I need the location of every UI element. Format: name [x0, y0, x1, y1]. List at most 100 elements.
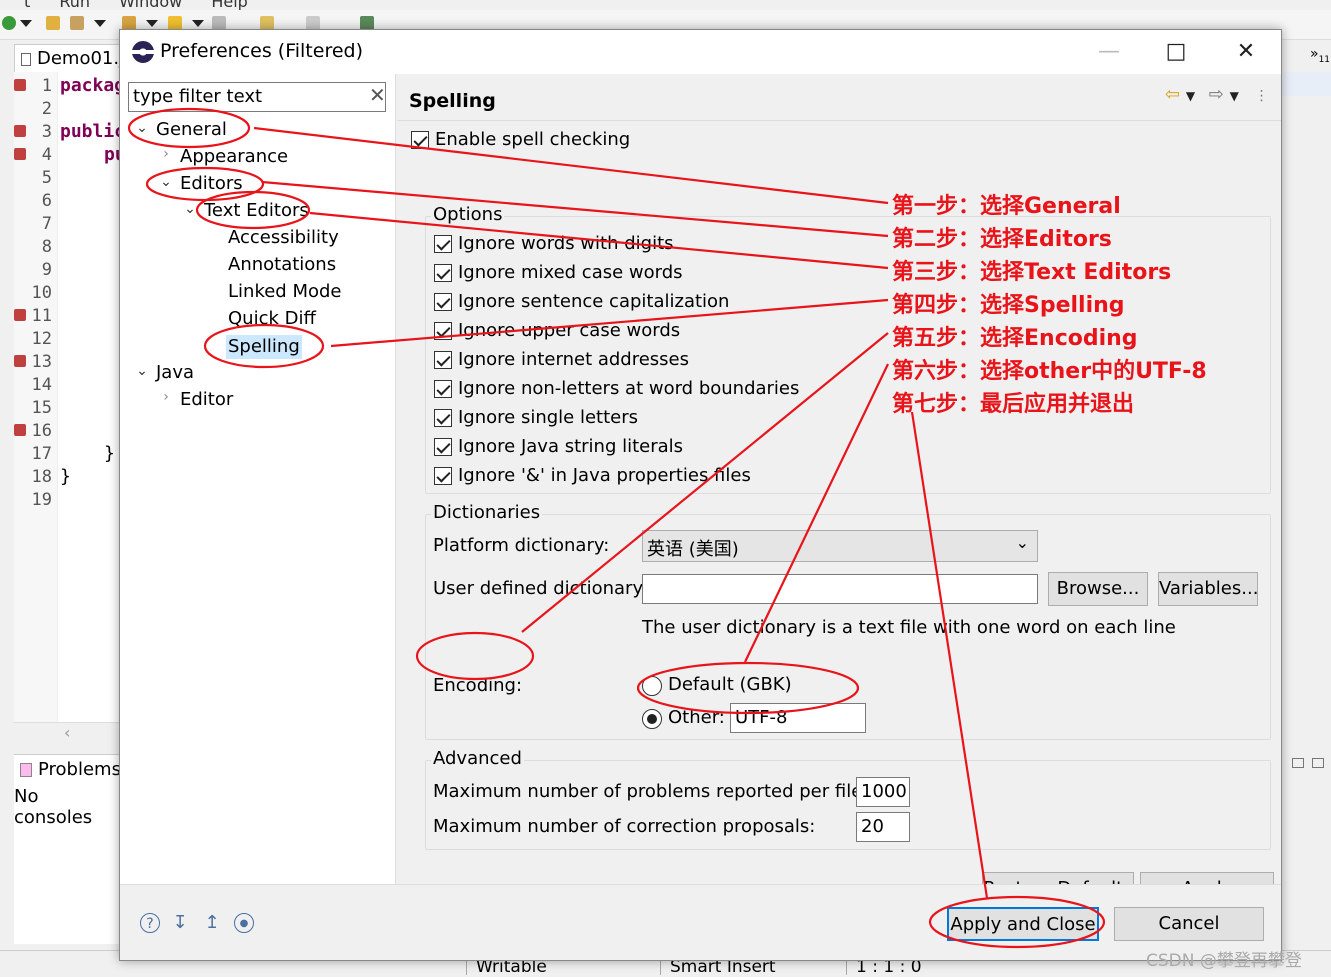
chevron-down-icon[interactable]: ⌄ — [182, 201, 198, 217]
line-number: 8 — [41, 237, 52, 257]
dialog-title: Preferences (Filtered) — [160, 40, 363, 62]
option-checkbox[interactable] — [434, 322, 452, 340]
option-checkbox[interactable] — [434, 264, 452, 282]
editor-tab-demo01[interactable]: Demo01.j — [14, 44, 124, 72]
enable-spell-label: Enable spell checking — [435, 129, 631, 150]
record-icon[interactable]: ● — [234, 913, 254, 933]
code-line-1: packag — [60, 75, 126, 96]
option-checkbox[interactable] — [434, 409, 452, 427]
help-icon[interactable]: ? — [140, 913, 160, 933]
max-corrections-input[interactable]: 20 — [856, 812, 910, 842]
tree-item-general[interactable]: General — [156, 118, 227, 142]
clear-filter-icon[interactable]: ✕ — [369, 83, 386, 107]
java-file-icon — [21, 53, 31, 66]
tree-item-appearance[interactable]: Appearance — [180, 145, 288, 169]
import-icon[interactable]: ↧ — [170, 913, 190, 933]
option-checkbox[interactable] — [434, 438, 452, 456]
forward-arrow-icon[interactable]: ⇨ — [1209, 84, 1224, 105]
cancel-button[interactable]: Cancel — [1114, 907, 1264, 941]
option-label: Ignore upper case words — [458, 320, 681, 341]
dropdown-icon[interactable] — [94, 20, 106, 27]
chevron-right-icon[interactable]: › — [158, 146, 174, 162]
tree-item-annotations[interactable]: Annotations — [228, 253, 336, 277]
dialog-titlebar[interactable]: Preferences (Filtered) — □ ✕ — [120, 30, 1281, 74]
dropdown-icon[interactable] — [192, 20, 204, 27]
line-number: 5 — [41, 168, 52, 188]
tree-item-quick-diff[interactable]: Quick Diff — [228, 307, 316, 331]
apply-and-close-button[interactable]: Apply and Close — [947, 907, 1099, 941]
other-encoding-label: Other: — [668, 707, 725, 728]
chevron-down-icon[interactable]: ⌄ — [134, 120, 150, 136]
max-problems-input[interactable]: 1000 — [856, 777, 910, 807]
error-marker-icon — [14, 309, 26, 321]
view-menu-icon[interactable] — [1292, 758, 1304, 768]
console-empty-text: No consoles — [14, 786, 93, 828]
error-marker-icon — [14, 125, 26, 137]
user-dictionary-note: The user dictionary is a text file with … — [642, 617, 1176, 638]
tree-item-accessibility[interactable]: Accessibility — [228, 226, 339, 250]
dropdown-icon[interactable] — [20, 20, 32, 27]
problems-view-tab[interactable]: Problems — [14, 754, 121, 784]
option-checkbox[interactable] — [434, 235, 452, 253]
option-checkbox[interactable] — [434, 293, 452, 311]
rocket-icon[interactable] — [70, 16, 84, 30]
option-checkbox[interactable] — [434, 351, 452, 369]
enable-spell-checkbox[interactable] — [411, 131, 429, 149]
run-icon[interactable] — [2, 16, 16, 30]
annotation-step-5: 第五步：选择Encoding — [892, 326, 1138, 351]
filter-input-text: type filter text — [133, 86, 263, 107]
other-encoding-input[interactable]: UTF-8 — [730, 703, 866, 733]
default-encoding-radio[interactable] — [642, 676, 662, 696]
editor-horizontal-scrollbar[interactable]: ‹ — [14, 722, 120, 744]
option-checkbox[interactable] — [434, 380, 452, 398]
package-icon[interactable] — [122, 16, 136, 30]
minimize-view-icon[interactable] — [1312, 758, 1324, 768]
platform-dictionary-select[interactable]: 英语 (美国) ⌄ — [642, 530, 1038, 562]
perspective-icon[interactable] — [360, 16, 374, 30]
scroll-left-icon[interactable]: ‹ — [64, 723, 70, 742]
view-menu-icon[interactable]: ⋮ — [1255, 88, 1269, 104]
line-number: 17 — [31, 444, 52, 464]
annotation-step-1: 第一步：选择General — [892, 194, 1121, 219]
browse-button[interactable]: Browse... — [1048, 572, 1148, 606]
forward-dropdown-icon[interactable]: ▼ — [1230, 89, 1239, 103]
forward-icon[interactable] — [306, 16, 320, 30]
tree-item-editors[interactable]: Editors — [180, 172, 243, 196]
tree-item-text-editors[interactable]: Text Editors — [204, 199, 309, 223]
dropdown-icon[interactable] — [146, 20, 158, 27]
user-dictionary-label: User defined dictionary: — [433, 578, 648, 599]
chevron-down-icon[interactable]: ⌄ — [134, 363, 150, 379]
open-folder-icon[interactable] — [46, 16, 60, 30]
tree-item-spelling[interactable]: Spelling — [226, 335, 302, 359]
chevron-down-icon[interactable]: ⌄ — [158, 174, 174, 190]
problems-tab-label: Problems — [38, 759, 121, 780]
other-encoding-radio[interactable] — [642, 709, 662, 729]
option-label: Ignore non-letters at word boundaries — [458, 378, 800, 399]
tree-item-linked-mode[interactable]: Linked Mode — [228, 280, 341, 304]
line-number: 1 — [41, 76, 52, 96]
back-icon[interactable] — [260, 16, 274, 30]
variables-button[interactable]: Variables... — [1158, 572, 1258, 606]
back-arrow-icon[interactable]: ⇦ — [1165, 84, 1180, 105]
options-group-title: Options — [431, 204, 505, 225]
page-navigation: ⇦ ▼ ⇨ ▼ ⋮ — [1165, 84, 1269, 105]
close-window-icon[interactable]: ✕ — [1223, 34, 1269, 70]
spelling-settings-pane: Spelling ⇦ ▼ ⇨ ▼ ⋮ Enable spell checking… — [397, 74, 1281, 906]
tree-item-java-editor[interactable]: Editor — [180, 388, 233, 412]
tree-item-java[interactable]: Java — [156, 361, 194, 385]
max-problems-value: 1000 — [861, 781, 907, 802]
export-icon[interactable]: ↥ — [202, 913, 222, 933]
navigate-icon[interactable] — [212, 16, 226, 30]
filter-input[interactable]: type filter text ✕ — [128, 82, 386, 112]
problems-icon — [20, 763, 32, 777]
maximize-window-icon[interactable]: □ — [1153, 34, 1199, 70]
marker-icon[interactable] — [168, 16, 182, 30]
chevron-right-icon[interactable]: › — [158, 389, 174, 405]
page-title: Spelling — [409, 90, 496, 112]
back-dropdown-icon[interactable]: ▼ — [1186, 89, 1195, 103]
minimize-window-icon[interactable]: — — [1086, 34, 1132, 70]
platform-dictionary-label: Platform dictionary: — [433, 535, 610, 556]
user-dictionary-input[interactable] — [642, 574, 1038, 604]
option-checkbox[interactable] — [434, 467, 452, 485]
more-tabs-icon[interactable]: »11 — [1310, 46, 1330, 65]
